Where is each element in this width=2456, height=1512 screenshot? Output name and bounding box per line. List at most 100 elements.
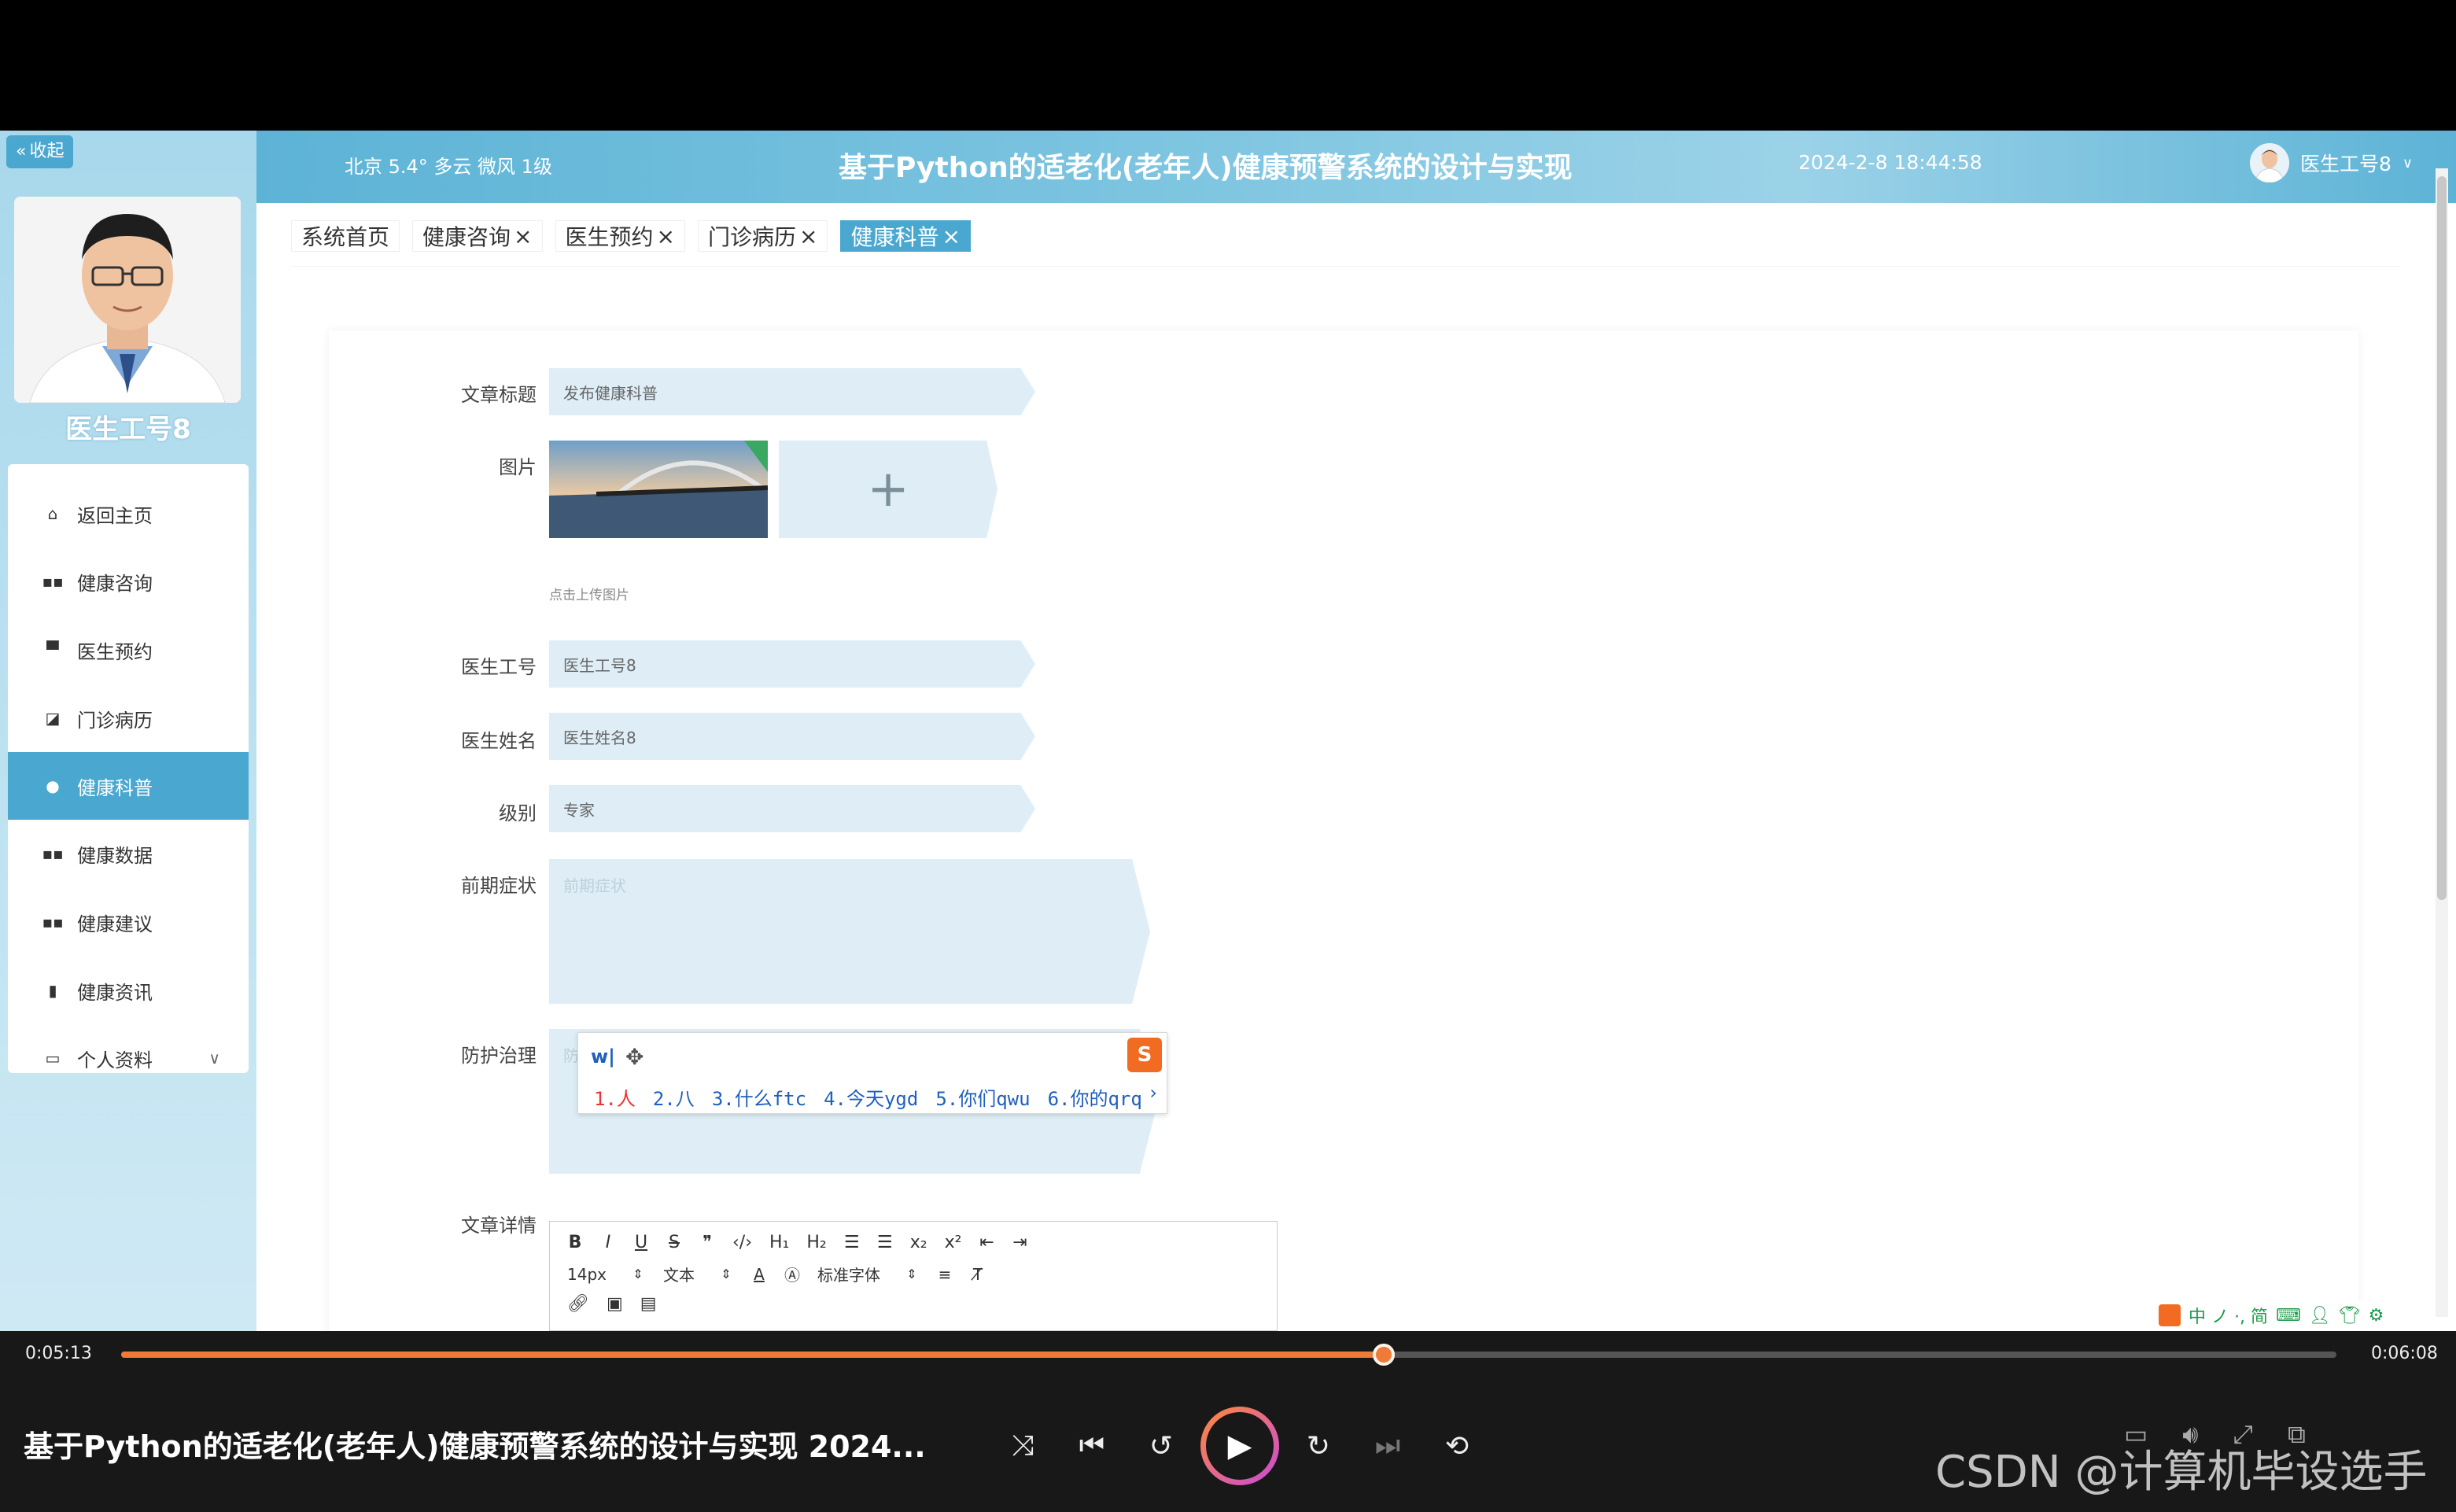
heading2-icon[interactable]: H₂	[806, 1233, 826, 1252]
title-label: 文章标题	[461, 384, 537, 406]
add-image-button[interactable]: +	[779, 441, 998, 538]
clear-format-icon[interactable]: T̸	[970, 1265, 986, 1284]
app-header: 北京 5.4° 多云 微风 1级 基于Python的适老化(老年人)健康预警系统…	[256, 131, 2456, 203]
rewind-10-icon[interactable]: ↺	[1127, 1411, 1196, 1481]
sidebar-item-science[interactable]: ● 健康科普	[8, 752, 249, 820]
ime-status-bar[interactable]: 中 ノ ·, 简 ⌨ 👤︎ 👕︎ ⚙	[2154, 1301, 2418, 1329]
tab-consult[interactable]: 健康咨询 ×	[412, 220, 543, 252]
sidebar-item-data[interactable]: ▪▪ 健康数据	[8, 820, 249, 887]
forward-30-icon[interactable]: ↻	[1284, 1411, 1353, 1481]
chart-box-icon: ◪	[45, 709, 61, 728]
doctor-id-input[interactable]: 医生工号8	[549, 640, 1035, 688]
sidebar-item-label: 健康科普	[77, 776, 153, 799]
strikethrough-icon[interactable]: S	[666, 1233, 682, 1252]
quote-icon[interactable]: ❞	[699, 1233, 715, 1252]
ime-candidate[interactable]: 4.今天ygd	[824, 1083, 918, 1111]
home-icon: ⌂	[47, 504, 58, 523]
tab-bar: 系统首页 健康咨询 × 医生预约 × 门诊病历 × 健康科普 ×	[291, 220, 971, 252]
font-size-select[interactable]: 14px ⇕	[567, 1265, 646, 1284]
previous-icon[interactable]: ⏮︎	[1057, 1411, 1127, 1481]
ordered-list-icon[interactable]: ☰	[844, 1233, 860, 1252]
background-color-icon[interactable]: Ⓐ	[784, 1263, 800, 1285]
doctor-name-input[interactable]: 医生姓名8	[549, 713, 1035, 760]
video-player-bar: 0:05:13 0:06:08 基于Python的适老化(老年人)健康预警系统的…	[0, 1331, 2456, 1512]
user-menu[interactable]: 医生工号8 ∨	[2250, 143, 2413, 183]
app-window: « 收起 医生工号8 ⌂ 返回主页 ▪▪ 健康咨询 ▀ 医生预约 ◪ 门诊病历 …	[0, 131, 2456, 1331]
level-input[interactable]: 专家	[549, 785, 1035, 832]
watermark: CSDN @计算机毕设选手	[1935, 1447, 2428, 1498]
sidebar-item-advice[interactable]: ▪▪ 健康建议	[8, 888, 249, 956]
ime-candidate[interactable]: 6.你的qrq	[1048, 1083, 1142, 1111]
ime-candidate[interactable]: 1.人	[594, 1083, 636, 1111]
italic-icon[interactable]: I	[600, 1233, 616, 1252]
move-icon[interactable]: ✥	[625, 1044, 644, 1070]
shirt-icon[interactable]: 👕︎	[2339, 1306, 2361, 1326]
sidebar-item-profile[interactable]: ▭ 个人资料 ∨	[8, 1024, 249, 1092]
shuffle-icon[interactable]: ⤨	[988, 1411, 1057, 1481]
sidebar-item-news[interactable]: ▮ 健康资讯	[8, 957, 249, 1024]
select-arrows-icon: ⇕	[632, 1267, 644, 1282]
select-arrows-icon: ⇕	[721, 1267, 732, 1282]
code-icon[interactable]: ‹/›	[732, 1233, 752, 1252]
monitor-icon: ▀	[46, 640, 59, 659]
tab-label: 医生预约	[565, 224, 654, 250]
play-button[interactable]: ▶	[1200, 1407, 1279, 1485]
sidebar-item-label: 医生预约	[77, 640, 153, 663]
close-icon[interactable]: ×	[942, 223, 960, 249]
next-icon[interactable]: ⏭︎	[1353, 1411, 1422, 1481]
subscript-icon[interactable]: x₂	[910, 1233, 927, 1252]
block-type-select[interactable]: 文本 ⇕	[663, 1263, 734, 1285]
current-time: 0:05:13	[25, 1344, 92, 1363]
vertical-scrollbar[interactable]	[2436, 168, 2448, 1317]
plus-icon: +	[867, 460, 909, 518]
loop-icon[interactable]: ⟲	[1422, 1411, 1492, 1481]
tab-records[interactable]: 门诊病历 ×	[697, 220, 828, 252]
chevron-down-icon: ∨	[208, 1049, 220, 1068]
collapse-button[interactable]: « 收起	[6, 135, 74, 168]
link-icon[interactable]: 🔗︎	[567, 1294, 589, 1314]
keyboard-icon[interactable]: ⌨	[2276, 1306, 2301, 1326]
close-icon[interactable]: ×	[799, 223, 817, 249]
close-icon[interactable]: ×	[514, 223, 532, 249]
underline-icon[interactable]: U	[633, 1233, 649, 1252]
tab-appointment[interactable]: 医生预约 ×	[555, 220, 685, 252]
block-type-value: 文本	[662, 1266, 695, 1285]
ime-candidate-window: w| ✥ S 1.人 2.八 3.什么ftc 4.今天ygd 5.你们qwu 6…	[577, 1032, 1167, 1114]
upload-hint: 点击上传图片	[549, 588, 629, 603]
image-icon[interactable]: ▣	[607, 1294, 623, 1314]
heading1-icon[interactable]: H₁	[769, 1233, 789, 1252]
ime-candidate[interactable]: 3.什么ftc	[712, 1083, 806, 1111]
gear-icon[interactable]: ⚙	[2369, 1306, 2384, 1326]
bullet-list-icon[interactable]: ☰	[877, 1233, 893, 1252]
editor-toolbar-row-1: B I U S ❞ ‹/› H₁ H₂ ☰ ☰ x₂ x² ⇤ ⇥	[567, 1233, 1027, 1252]
video-icon[interactable]: ▤	[640, 1294, 657, 1314]
bold-icon[interactable]: B	[567, 1233, 583, 1252]
font-family-value: 标准字体	[817, 1266, 880, 1285]
sidebar-item-home[interactable]: ⌂ 返回主页	[8, 480, 249, 548]
align-icon[interactable]: ≡	[937, 1265, 953, 1284]
user-icon[interactable]: 👤︎	[2309, 1306, 2331, 1326]
close-icon[interactable]: ×	[657, 223, 675, 249]
ime-status-text: 中 ノ ·, 简	[2189, 1307, 2268, 1327]
font-color-icon[interactable]: A	[751, 1265, 767, 1284]
superscript-icon[interactable]: x²	[945, 1233, 962, 1252]
symptoms-textarea[interactable]: 前期症状	[549, 859, 1150, 1004]
indent-icon[interactable]: ⇥	[1012, 1233, 1027, 1252]
progress-bar[interactable]	[121, 1344, 2336, 1366]
font-size-value: 14px	[567, 1264, 607, 1284]
scrollbar-thumb[interactable]	[2437, 176, 2447, 900]
sidebar-item-consult[interactable]: ▪▪ 健康咨询	[8, 548, 249, 615]
sidebar-item-appointment[interactable]: ▀ 医生预约	[8, 616, 249, 684]
sidebar-menu: ⌂ 返回主页 ▪▪ 健康咨询 ▀ 医生预约 ◪ 门诊病历 ● 健康科普 ▪▪ 健…	[8, 464, 249, 1073]
chevron-right-icon[interactable]: ›	[1149, 1082, 1157, 1104]
font-family-select[interactable]: 标准字体 ⇕	[817, 1263, 920, 1285]
ime-candidate[interactable]: 5.你们qwu	[935, 1083, 1030, 1111]
tab-science[interactable]: 健康科普 ×	[840, 220, 971, 252]
sidebar-item-records[interactable]: ◪ 门诊病历	[8, 684, 249, 752]
uploaded-image[interactable]	[549, 441, 768, 538]
tab-home[interactable]: 系统首页	[291, 220, 400, 252]
ime-candidate[interactable]: 2.八	[653, 1083, 695, 1111]
progress-handle[interactable]	[1372, 1344, 1395, 1366]
outdent-icon[interactable]: ⇤	[979, 1233, 994, 1252]
title-input[interactable]: 发布健康科普	[549, 368, 1035, 415]
